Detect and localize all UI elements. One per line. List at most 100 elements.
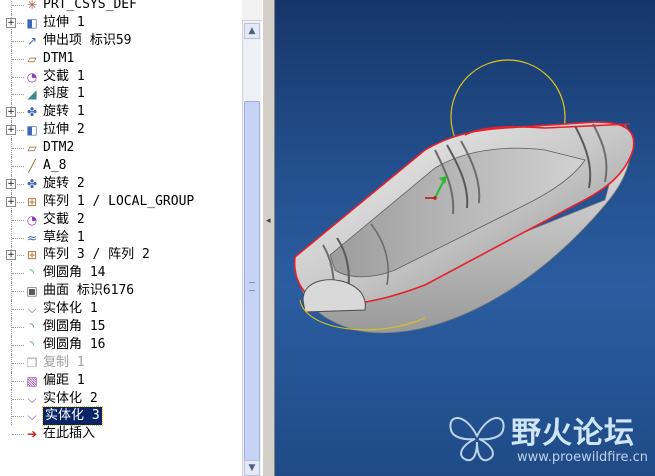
tree-item[interactable]: ◧ 拉伸 1	[0, 13, 240, 32]
tree-item[interactable]: ◝ 倒圆角 14	[0, 264, 240, 283]
tree-item[interactable]: ◝ 倒圆角 15	[0, 318, 240, 336]
tree-branch-line	[12, 76, 24, 78]
tree-item[interactable]: ▱ DTM2	[0, 139, 240, 158]
tree-item[interactable]: ⌵ 实体化 3	[0, 406, 240, 427]
tree-item[interactable]: ↗ 伸出项 标识59	[0, 31, 240, 50]
scroll-thumb[interactable]	[244, 101, 260, 473]
copy-icon: ❐	[26, 355, 38, 370]
datum-plane-icon: ▱	[27, 141, 37, 156]
tree-item[interactable]: ✤ 旋转 2	[0, 174, 240, 193]
tree-branch-line	[12, 327, 24, 329]
tree-item[interactable]: ⊞ 阵列 3 / 阵列 2	[0, 246, 240, 265]
collapse-arrow-icon[interactable]: ◂	[266, 215, 271, 227]
tree-item-label: 旋转 1	[43, 104, 85, 120]
tree-item-label: DTM1	[43, 50, 75, 66]
forum-watermark: 野火论坛 www.proewildfire.cn	[445, 402, 655, 476]
tree-branch-line	[12, 237, 24, 239]
tree-item-label: 实体化 3	[42, 406, 103, 427]
offset-icon: ▧	[26, 373, 38, 388]
tree-branch-line	[12, 380, 24, 382]
tree-item[interactable]: ◢ 斜度 1	[0, 85, 240, 104]
tree-item-label: 倒圆角 15	[43, 319, 106, 335]
tree-item[interactable]: ⊞ 阵列 1 / LOCAL_GROUP	[0, 192, 240, 211]
tree-item[interactable]: ≈ 草绘 1	[0, 228, 240, 247]
tree-item[interactable]: ⌵ 实体化 1	[0, 300, 240, 319]
tree-branch-line	[12, 416, 24, 418]
tree-branch-line	[12, 40, 24, 42]
sketch-icon: ≈	[26, 230, 38, 245]
tree-item[interactable]: ▧ 偏距 1	[0, 371, 240, 390]
tree-item-label: 实体化 2	[43, 390, 98, 406]
tree-item-label: 在此插入	[43, 426, 96, 442]
solidify-icon: ⌵	[27, 302, 37, 317]
tree-branch-line	[12, 344, 24, 346]
expand-plus-icon[interactable]	[6, 107, 16, 118]
expand-plus-icon[interactable]	[6, 196, 16, 207]
panel-splitter[interactable]: ◂	[262, 0, 275, 476]
tree-branch-line	[12, 398, 24, 400]
datum-plane-icon: ▱	[27, 51, 37, 66]
round-icon: ◝	[29, 337, 35, 352]
tree-item[interactable]: ▣ 曲面 标识6176	[0, 282, 240, 301]
tree-item-label: A_8	[43, 158, 67, 174]
tree-branch-line	[12, 5, 24, 6]
surface-icon: ▣	[26, 284, 38, 299]
tree-item-label: 曲面 标识6176	[43, 283, 135, 299]
intersect-icon: ◔	[26, 69, 38, 84]
expand-plus-icon[interactable]	[6, 178, 16, 189]
tree-item[interactable]: ◧ 拉伸 2	[0, 121, 240, 140]
tree-item[interactable]: ◝ 倒圆角 16	[0, 335, 240, 354]
tree-item[interactable]: ⌵ 实体化 2	[0, 389, 240, 408]
tree-item-label: 偏距 1	[43, 372, 85, 388]
butterfly-logo-icon	[449, 417, 505, 462]
tree-item-label: 实体化 1	[43, 301, 98, 317]
tree-branch-line	[12, 309, 24, 311]
tree-item-label: 斜度 1	[43, 86, 85, 102]
draft-icon: ◢	[27, 87, 37, 102]
tree-branch-line	[12, 273, 24, 275]
model-tree-panel: ✳ PRT_CSYS_DEF ◧ 拉伸 1 ↗ 伸出项 标识59 ▱ DTM1 ◔ 交截 1 ◢ 斜度…	[0, 0, 262, 476]
tree-item-label: 拉伸 2	[43, 122, 85, 138]
tree-item-label: DTM2	[43, 140, 75, 156]
tree-branch-line	[12, 94, 24, 96]
pattern-icon: ⊞	[26, 248, 38, 263]
tree-item-label: 阵列 3 / 阵列 2	[43, 247, 150, 263]
pattern-icon: ⊞	[26, 194, 38, 209]
round-icon: ◝	[29, 266, 35, 281]
insert-here-arrow-icon: ➔	[26, 427, 38, 442]
expand-plus-icon[interactable]	[6, 250, 16, 261]
tree-item[interactable]: ✳ PRT_CSYS_DEF	[0, 0, 240, 14]
tree-item[interactable]: ◔ 交截 1	[0, 67, 240, 86]
tree-branch-line	[12, 362, 24, 364]
tree-item-label: 交截 1	[43, 68, 85, 84]
tree-scroll-corner	[242, 0, 262, 21]
solidify-icon: ⌵	[27, 391, 37, 406]
revolve-icon: ✤	[26, 105, 38, 120]
tree-item[interactable]: ▱ DTM1	[0, 49, 240, 68]
scroll-up-arrow-icon[interactable]: ▲	[244, 23, 260, 39]
tree-branch-line	[12, 58, 24, 60]
intersect-icon: ◔	[26, 212, 38, 227]
tree-item-label: 伸出项 标识59	[43, 32, 132, 48]
expand-plus-icon[interactable]	[6, 125, 16, 136]
tree-item[interactable]: ✤ 旋转 1	[0, 103, 240, 122]
tree-item-label: 旋转 2	[43, 175, 85, 191]
tree-branch-line	[12, 291, 24, 293]
tree-item-label: 倒圆角 14	[43, 265, 106, 281]
extrude-icon: ◧	[26, 123, 38, 138]
round-icon: ◝	[29, 320, 35, 335]
scroll-down-arrow-icon[interactable]: ▼	[244, 460, 260, 476]
tree-item-label: 阵列 1 / LOCAL_GROUP	[43, 193, 195, 209]
watermark-title: 野火论坛	[511, 416, 635, 451]
expand-plus-icon[interactable]	[6, 17, 16, 28]
tree-item[interactable]: ◔ 交截 2	[0, 210, 240, 229]
tree-branch-line	[12, 434, 24, 436]
tree-connector-line	[11, 0, 12, 14]
csys-icon: ✳	[26, 0, 38, 12]
watermark-url: www.proewildfire.cn	[517, 450, 648, 465]
tree-item[interactable]: ➔ 在此插入	[0, 425, 240, 443]
model-tree-scrollbar[interactable]: ▲ ▼	[242, 21, 261, 476]
tree-item[interactable]: ❐ 复制 1	[0, 353, 240, 372]
graphics-viewport[interactable]: 野火论坛 www.proewildfire.cn	[275, 0, 655, 476]
tree-item[interactable]: ╱ A_8	[0, 157, 240, 175]
